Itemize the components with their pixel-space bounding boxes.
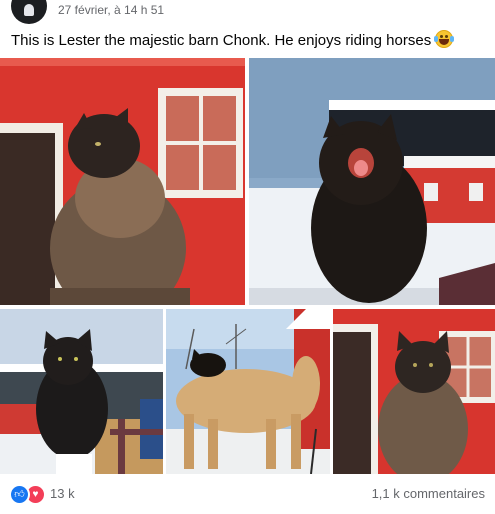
reaction-count[interactable]: 13 k xyxy=(50,486,75,501)
photo-cat-by-red-barn-image xyxy=(0,58,245,305)
caption-text: This is Lester the majestic barn Chonk. … xyxy=(11,32,432,49)
photo-cat-riding-horse[interactable] xyxy=(166,309,330,474)
post-timestamp[interactable]: 27 février, à 14 h 51 xyxy=(58,3,164,17)
photo-cat-riding-horse-image xyxy=(166,309,330,474)
comments-count-link[interactable]: 1,1 k commentaires xyxy=(372,486,485,501)
post-header: 27 février, à 14 h 51 xyxy=(0,0,495,24)
photo-cat-by-red-barn[interactable] xyxy=(0,58,245,305)
facebook-post: 27 février, à 14 h 51 This is Lester the… xyxy=(0,0,495,514)
like-icon: 👍︎ xyxy=(9,484,30,505)
avatar-figure xyxy=(24,4,34,16)
avatar[interactable] xyxy=(11,0,47,24)
post-footer: 👍︎ ♥ 13 k 1,1 k commentaires xyxy=(0,480,495,510)
photo-cat-on-fence[interactable] xyxy=(0,309,163,474)
photo-cat-sitting-barn-window[interactable] xyxy=(333,309,495,474)
photo-cat-yawning-snow[interactable] xyxy=(249,58,495,305)
photo-cat-on-fence-image xyxy=(0,309,163,474)
photo-cat-sitting-barn-window-image xyxy=(333,309,495,474)
post-caption: This is Lester the majestic barn Chonk. … xyxy=(11,30,486,51)
photo-cat-yawning-snow-image xyxy=(249,58,495,305)
laughing-emoji-icon xyxy=(434,30,455,48)
